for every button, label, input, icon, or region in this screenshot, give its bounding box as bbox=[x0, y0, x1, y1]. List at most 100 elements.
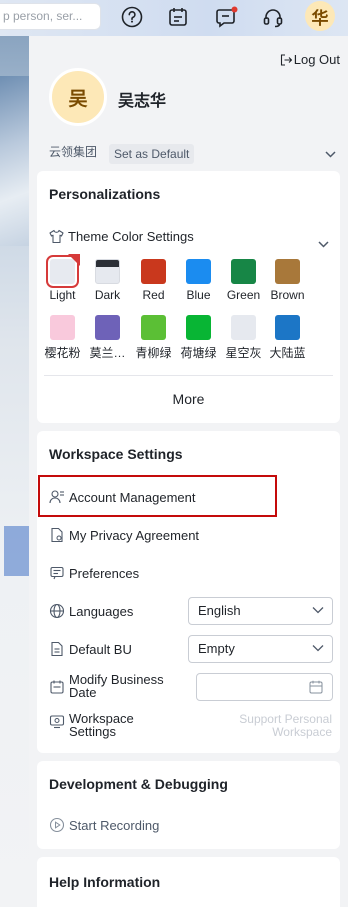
languages-select[interactable]: English bbox=[188, 597, 333, 625]
workspace-settings-title: Workspace Settings bbox=[49, 446, 183, 462]
workspace-settings-card: Workspace Settings Account Management My… bbox=[37, 431, 340, 753]
theme-color-settings[interactable]: Theme Color Settings bbox=[49, 229, 194, 244]
workspace-settings-label: Workspace Settings bbox=[69, 712, 134, 738]
default-bu-value: Empty bbox=[198, 641, 235, 656]
theme-swatch[interactable]: 大陆蓝 bbox=[268, 315, 308, 361]
support-personal-line-1: Support Personal bbox=[239, 712, 332, 726]
theme-swatch[interactable]: Light bbox=[43, 254, 83, 302]
chevron-down-icon bbox=[312, 607, 324, 614]
document-icon bbox=[51, 527, 63, 543]
search-input[interactable]: p person, ser... bbox=[0, 3, 101, 30]
theme-swatch-label: Blue bbox=[186, 288, 211, 302]
account-icon bbox=[49, 490, 64, 504]
personalizations-card: Personalizations Theme Color Settings Li… bbox=[37, 171, 340, 423]
theme-swatch-label: Green bbox=[226, 288, 261, 302]
more-button[interactable]: More bbox=[37, 391, 340, 407]
business-date-picker[interactable] bbox=[196, 673, 333, 701]
logout-icon bbox=[280, 53, 292, 66]
chevron-down-icon[interactable] bbox=[318, 236, 329, 251]
languages-label: Languages bbox=[69, 603, 134, 619]
theme-swatch-label: 青柳绿 bbox=[135, 346, 172, 360]
modify-date-label-line-2: Date bbox=[69, 685, 97, 700]
privacy-agreement-label: My Privacy Agreement bbox=[69, 527, 200, 543]
theme-swatch[interactable]: Red bbox=[134, 259, 174, 302]
logout-button[interactable]: Log Out bbox=[280, 52, 340, 67]
default-bu-label: Default BU bbox=[69, 641, 132, 657]
theme-swatch-label: 荷塘绿 bbox=[180, 346, 217, 360]
preferences-label: Preferences bbox=[69, 565, 140, 581]
theme-swatch-label: 星空灰 bbox=[225, 346, 262, 360]
languages-item: Languages bbox=[49, 603, 133, 619]
set-default-button[interactable]: Set as Default bbox=[109, 144, 195, 164]
development-debugging-card: Development & Debugging Start Recording bbox=[37, 761, 340, 849]
user-profile-panel: Log Out 吴 吴志华 云领集团 Set as Default Person… bbox=[29, 36, 348, 907]
theme-swatch-color bbox=[231, 259, 256, 284]
workspace-settings-label-line-2: Settings bbox=[69, 724, 116, 739]
theme-swatch-color bbox=[275, 259, 300, 284]
default-bu-item: Default BU bbox=[49, 641, 132, 657]
theme-swatch[interactable]: 星空灰 bbox=[224, 315, 264, 361]
workspace-settings-item: Workspace Settings bbox=[49, 712, 134, 738]
file-icon bbox=[51, 641, 63, 657]
theme-swatch-color bbox=[275, 315, 300, 340]
theme-swatch-color bbox=[231, 315, 256, 340]
user-avatar[interactable]: 华 bbox=[305, 1, 335, 31]
background-shape bbox=[4, 526, 29, 576]
username: 吴志华 bbox=[118, 93, 167, 110]
theme-swatch[interactable]: 荷塘绿 bbox=[179, 315, 219, 361]
support-personal-workspace-text: Support Personal Workspace bbox=[239, 713, 332, 739]
theme-swatch-label: Brown bbox=[270, 288, 305, 302]
help-icon[interactable] bbox=[120, 5, 144, 29]
help-information-card: Help Information bbox=[37, 857, 340, 907]
theme-swatch[interactable]: Brown bbox=[268, 259, 308, 302]
default-bu-select[interactable]: Empty bbox=[188, 635, 333, 663]
theme-swatch-label: Red bbox=[142, 288, 165, 302]
calendar-icon bbox=[50, 680, 64, 694]
modify-business-date-item: Modify Business Date bbox=[49, 673, 164, 699]
personalizations-title: Personalizations bbox=[49, 186, 161, 202]
theme-swatch-color bbox=[50, 315, 75, 340]
theme-swatch[interactable]: 樱花粉 bbox=[43, 315, 83, 361]
theme-swatch-color bbox=[141, 315, 166, 340]
preferences-item[interactable]: Preferences bbox=[49, 565, 139, 581]
calendar-icon bbox=[309, 680, 323, 694]
globe-icon bbox=[49, 603, 65, 619]
theme-swatch[interactable]: Green bbox=[224, 259, 264, 302]
account-management-item[interactable]: Account Management bbox=[49, 489, 195, 505]
theme-swatch-label: Dark bbox=[94, 288, 121, 302]
message-icon[interactable] bbox=[215, 5, 239, 29]
theme-swatch-label: 樱花粉 bbox=[44, 346, 81, 360]
logout-label: Log Out bbox=[293, 52, 340, 67]
selected-check-icon bbox=[68, 254, 80, 266]
profile-avatar: 吴 bbox=[49, 68, 107, 126]
modify-business-date-label: Modify Business Date bbox=[69, 673, 164, 699]
headset-icon[interactable] bbox=[261, 5, 285, 29]
background-strip bbox=[0, 36, 29, 907]
theme-swatch-color bbox=[186, 315, 211, 340]
theme-swatch-color bbox=[95, 315, 120, 340]
theme-swatch-label: 大陆蓝 bbox=[269, 346, 306, 360]
languages-value: English bbox=[198, 603, 241, 618]
privacy-agreement-item[interactable]: My Privacy Agreement bbox=[49, 527, 199, 543]
theme-swatch[interactable]: 青柳绿 bbox=[134, 315, 174, 361]
theme-swatch-label: 莫兰… bbox=[89, 346, 126, 360]
theme-swatch[interactable]: 莫兰… bbox=[88, 315, 128, 361]
theme-color-label: Theme Color Settings bbox=[68, 229, 194, 244]
workspace-icon bbox=[49, 715, 65, 729]
start-recording-button[interactable]: Start Recording bbox=[49, 817, 159, 833]
top-bar: p person, ser... 华 bbox=[0, 0, 348, 36]
help-information-title: Help Information bbox=[49, 874, 161, 890]
chevron-down-icon[interactable] bbox=[325, 146, 336, 161]
theme-swatch-color bbox=[95, 259, 120, 284]
account-management-label: Account Management bbox=[69, 489, 196, 505]
theme-swatch[interactable]: Blue bbox=[179, 259, 219, 302]
calendar-icon[interactable] bbox=[166, 5, 190, 29]
chevron-down-icon bbox=[312, 645, 324, 652]
theme-swatch[interactable]: Dark bbox=[88, 259, 128, 302]
start-recording-label: Start Recording bbox=[69, 817, 160, 833]
background-wave bbox=[0, 76, 29, 246]
development-debugging-title: Development & Debugging bbox=[49, 776, 228, 792]
support-personal-line-2: Workspace bbox=[272, 725, 332, 739]
theme-swatch-color bbox=[186, 259, 211, 284]
divider bbox=[44, 375, 333, 376]
